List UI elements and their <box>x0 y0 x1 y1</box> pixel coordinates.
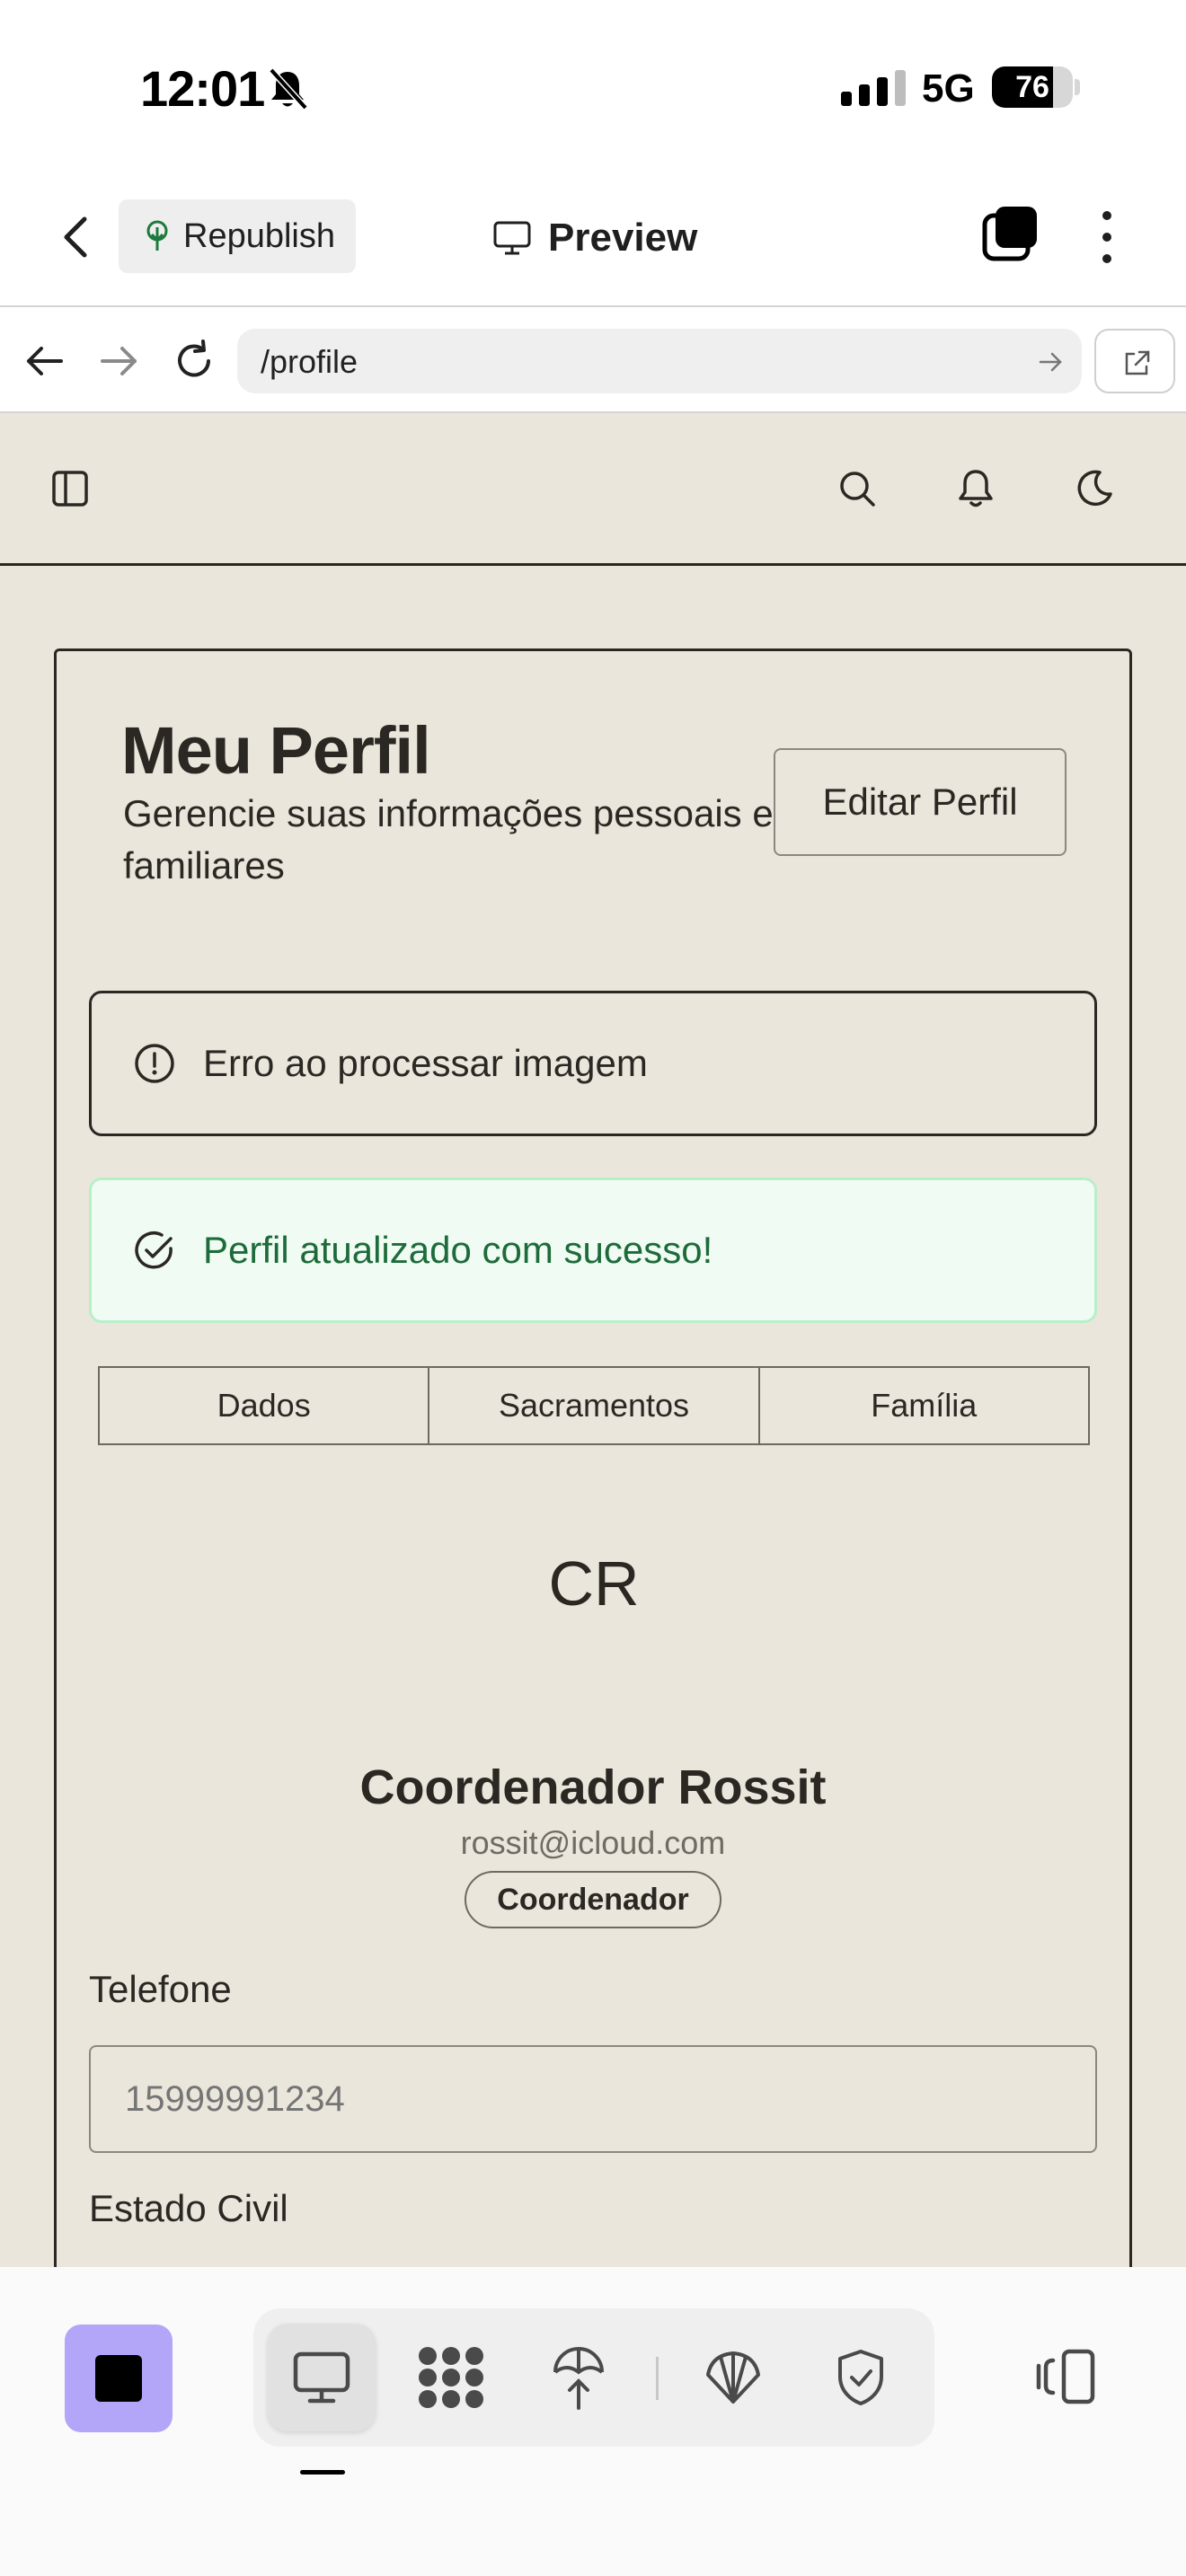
profile-tabs: Dados Sacramentos Família <box>98 1366 1090 1445</box>
deploy-icon <box>553 2347 604 2410</box>
user-email: rossit@icloud.com <box>460 1824 726 1861</box>
error-message: Erro ao processar imagem <box>203 1042 648 1084</box>
shell-tool-button[interactable] <box>679 2324 787 2431</box>
avatar[interactable]: CR <box>470 1460 718 1707</box>
reload-icon[interactable] <box>171 338 217 384</box>
tab-dados[interactable]: Dados <box>98 1366 430 1445</box>
external-link-icon <box>1125 350 1150 375</box>
page-title: Meu Perfil <box>121 713 431 788</box>
preview-label: Preview <box>548 216 698 260</box>
tab-familia[interactable]: Família <box>757 1366 1090 1445</box>
role-badge: Coordenador <box>465 1871 721 1928</box>
error-alert: Erro ao processar imagem <box>89 991 1097 1136</box>
url-text: /profile <box>261 343 358 380</box>
monitor-icon <box>493 221 531 255</box>
battery-percent: 76 <box>1015 70 1049 104</box>
browser-toolbar: /profile <box>0 305 1186 413</box>
status-time: 12:01 <box>140 60 265 117</box>
signal-icon <box>841 70 906 106</box>
check-circle-icon <box>135 1231 173 1269</box>
dots-grid-icon <box>419 2347 483 2408</box>
status-bar: 12:01 5G 76 <box>0 0 1186 171</box>
arrow-right-icon[interactable] <box>95 338 142 384</box>
alert-circle-icon <box>135 1044 174 1083</box>
shield-check-icon <box>838 2350 883 2405</box>
edit-profile-button[interactable]: Editar Perfil <box>774 748 1067 856</box>
app-header: Republish Preview <box>0 171 1186 305</box>
active-tool-indicator <box>300 2470 345 2475</box>
bell-off-icon <box>269 67 308 110</box>
arrow-left-icon[interactable] <box>22 338 68 384</box>
republish-label: Republish <box>183 216 335 255</box>
web-viewport: Meu Perfil Gerencie suas informações pes… <box>0 413 1186 2267</box>
civil-status-label: Estado Civil <box>89 2187 288 2229</box>
bell-icon[interactable] <box>954 467 997 510</box>
battery-nub <box>1075 79 1080 95</box>
url-field[interactable]: /profile <box>237 329 1082 393</box>
republish-button[interactable]: Republish <box>119 199 356 273</box>
sidebar-toggle-icon[interactable] <box>49 467 92 510</box>
battery-icon: 76 <box>992 66 1073 108</box>
user-name: Coordenador Rossit <box>359 1760 827 1814</box>
profile-card: Meu Perfil Gerencie suas informações pes… <box>54 648 1132 2267</box>
monitor-icon <box>293 2351 350 2404</box>
page-subtitle: Gerencie suas informações pessoais e fam… <box>123 792 774 887</box>
preview-selector[interactable]: Preview <box>492 207 697 269</box>
phone-label: Telefone <box>89 1968 232 2010</box>
stop-button[interactable] <box>65 2325 173 2432</box>
stop-icon <box>95 2355 142 2402</box>
tool-switcher <box>253 2308 934 2447</box>
tabs-icon[interactable] <box>981 205 1039 262</box>
toolbar-divider <box>656 2357 659 2400</box>
chevron-left-icon[interactable] <box>54 210 99 264</box>
preview-tool-button[interactable] <box>268 2324 376 2431</box>
phone-input[interactable] <box>89 2045 1097 2153</box>
moon-icon[interactable] <box>1073 467 1116 510</box>
arrow-right-icon[interactable] <box>1037 348 1064 375</box>
tree-icon <box>146 220 168 251</box>
apps-tool-button[interactable] <box>397 2324 505 2431</box>
tab-sacramentos[interactable]: Sacramentos <box>428 1366 760 1445</box>
deploy-tool-button[interactable] <box>525 2324 633 2431</box>
web-topbar <box>0 413 1186 566</box>
network-type: 5G <box>922 66 975 110</box>
success-alert: Perfil atualizado com sucesso! <box>89 1178 1097 1323</box>
bottom-toolbar <box>0 2267 1186 2576</box>
open-external-button[interactable] <box>1094 329 1175 393</box>
panel-toggle-icon[interactable] <box>1033 2344 1098 2409</box>
search-icon[interactable] <box>836 467 879 510</box>
success-message: Perfil atualizado com sucesso! <box>203 1229 713 1271</box>
more-vertical-icon[interactable] <box>1089 207 1125 269</box>
shell-icon <box>706 2351 760 2404</box>
security-tool-button[interactable] <box>807 2324 915 2431</box>
